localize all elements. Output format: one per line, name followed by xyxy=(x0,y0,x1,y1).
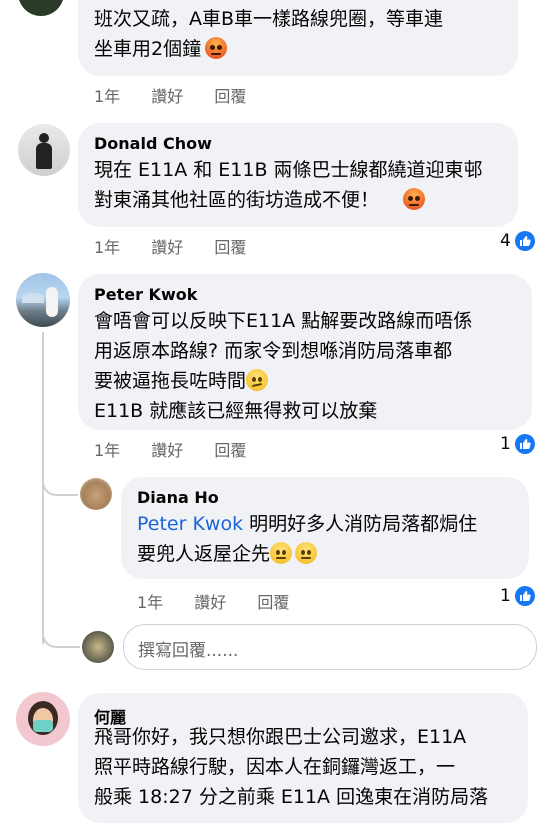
comment-text: 現在 E11A 和 E11B 兩條巴士線都繞道迎東邨 對東涌其他社區的街坊造成不… xyxy=(94,159,483,211)
thumbs-up-icon xyxy=(514,231,535,251)
comment-actions: 1年 讚好 回覆 xyxy=(94,437,272,461)
like-button[interactable]: 讚好 xyxy=(151,83,183,107)
comment-actions: 1年 讚好 回覆 xyxy=(137,589,315,613)
thumbs-up-icon xyxy=(514,586,535,606)
thumbs-up-icon xyxy=(514,434,535,454)
reply-button[interactable]: 回覆 xyxy=(214,234,246,258)
confused-emoji-icon xyxy=(246,369,269,391)
angry-emoji-icon xyxy=(403,188,426,210)
reply-connector xyxy=(42,620,80,648)
avatar[interactable] xyxy=(80,478,112,510)
avatar[interactable] xyxy=(18,124,70,176)
comment-author[interactable]: Diana Ho xyxy=(137,488,219,507)
comment-text: Peter Kwok 明明好多人消防局落都焗住 要兜人返屋企先 xyxy=(137,513,478,565)
expressionless-emoji-icon xyxy=(270,542,293,564)
avatar[interactable] xyxy=(18,0,64,16)
reply-button[interactable]: 回覆 xyxy=(214,83,246,107)
like-count[interactable]: 1 xyxy=(500,434,535,454)
avatar[interactable] xyxy=(16,692,70,746)
comment-text: 會唔會可以反映下E11A 點解要改路線而唔係 用返原本路線? 而家令到想喺消防局… xyxy=(94,310,473,422)
mention-link[interactable]: Peter Kwok xyxy=(137,513,243,535)
like-count[interactable]: 1 xyxy=(500,586,535,606)
reply-button[interactable]: 回覆 xyxy=(214,437,246,461)
avatar[interactable] xyxy=(16,273,70,327)
like-count[interactable]: 4 xyxy=(500,231,535,251)
reply-connector xyxy=(42,470,78,496)
timestamp[interactable]: 1年 xyxy=(94,437,120,461)
timestamp[interactable]: 1年 xyxy=(94,234,120,258)
timestamp[interactable]: 1年 xyxy=(94,83,120,107)
like-button[interactable]: 讚好 xyxy=(194,589,226,613)
reply-button[interactable]: 回覆 xyxy=(257,589,289,613)
comment-actions: 1年 讚好 回覆 xyxy=(94,234,272,258)
comment-author[interactable]: Donald Chow xyxy=(94,134,212,153)
comment-text: 班次又疏，A車B車一樣路線兜圈，等車連 坐車用2個鐘 xyxy=(94,8,444,60)
comment-text: 飛哥你好，我只想你跟巴士公司邀求，E11A 照平時路線行駛，因本人在銅鑼灣返工，… xyxy=(94,726,489,808)
like-button[interactable]: 讚好 xyxy=(151,437,183,461)
timestamp[interactable]: 1年 xyxy=(137,589,163,613)
current-user-avatar xyxy=(82,631,114,663)
expressionless-emoji-icon xyxy=(295,542,318,564)
like-button[interactable]: 讚好 xyxy=(151,234,183,258)
reply-placeholder: 撰寫回覆...... xyxy=(138,641,239,661)
comment-author[interactable]: Peter Kwok xyxy=(94,285,197,304)
comment-actions: 1年 讚好 回覆 xyxy=(94,83,272,107)
reply-input[interactable]: 撰寫回覆...... xyxy=(123,624,537,670)
angry-emoji-icon xyxy=(205,37,228,59)
